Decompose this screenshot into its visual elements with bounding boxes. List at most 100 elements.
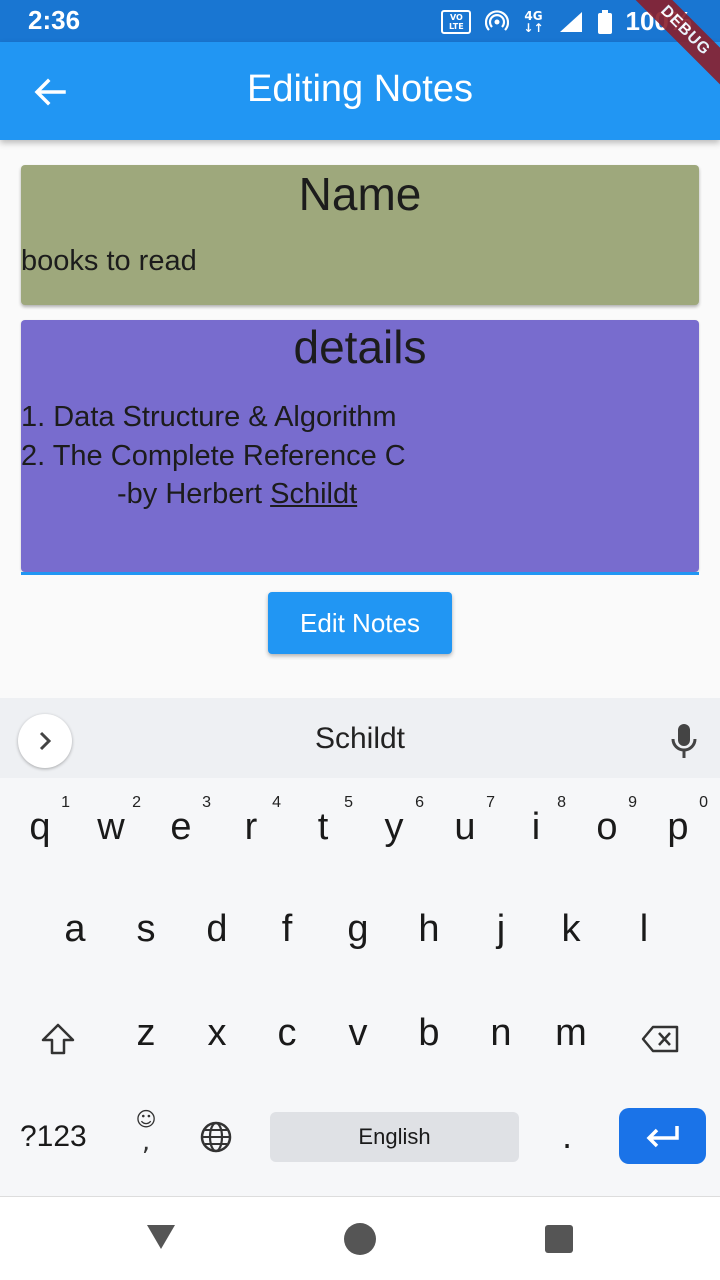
key-label: b	[418, 1012, 440, 1054]
key-label: s	[136, 908, 156, 950]
enter-icon	[646, 1126, 679, 1148]
key-j[interactable]: j	[481, 908, 521, 951]
key-label: z	[136, 1012, 156, 1054]
volte-icon: VO LTE	[441, 9, 472, 34]
key-hint: 2	[132, 794, 141, 811]
key-hint: 6	[415, 794, 424, 811]
mic-icon[interactable]	[668, 722, 700, 760]
key-label: i	[531, 806, 541, 848]
key-label: y	[384, 806, 404, 848]
space-key[interactable]: English	[270, 1112, 519, 1162]
key-hint: 9	[628, 794, 637, 811]
key-t[interactable]: t5	[303, 794, 353, 849]
key-label: l	[639, 908, 649, 950]
details-line-1: 1. Data Structure & Algorithm	[21, 401, 397, 433]
key-y[interactable]: y6	[374, 794, 425, 849]
key-label: u	[454, 806, 476, 848]
key-i[interactable]: i8	[516, 794, 566, 849]
key-a[interactable]: a	[55, 908, 95, 951]
status-time: 2:36	[28, 5, 81, 35]
key-s[interactable]: s	[126, 908, 166, 951]
app-bar: Editing Notes	[0, 42, 720, 140]
key-label: c	[277, 1012, 297, 1054]
key-label: p	[667, 806, 689, 848]
nav-back-icon[interactable]	[146, 1223, 176, 1251]
nav-home-icon[interactable]	[344, 1223, 376, 1255]
key-hint: 4	[272, 794, 281, 811]
key-label: w	[97, 806, 125, 848]
signal-icon	[559, 11, 582, 32]
key-label: f	[281, 908, 293, 950]
key-f[interactable]: f	[267, 908, 307, 951]
key-label: n	[490, 1012, 512, 1054]
key-label: j	[496, 908, 506, 950]
key-c[interactable]: c	[267, 1012, 307, 1055]
globe-icon[interactable]	[199, 1120, 233, 1154]
key-l[interactable]: l	[624, 908, 664, 951]
backspace-icon[interactable]	[641, 1024, 681, 1054]
key-q[interactable]: q1	[20, 794, 70, 849]
key-label: a	[64, 908, 86, 950]
details-card[interactable]: details 1. Data Structure & Algorithm 2.…	[21, 320, 699, 572]
key-d[interactable]: d	[197, 908, 237, 951]
key-label: v	[348, 1012, 368, 1054]
key-hint: 7	[486, 794, 495, 811]
name-field[interactable]: books to read	[21, 245, 197, 278]
details-field[interactable]: 1. Data Structure & Algorithm 2. The Com…	[21, 398, 406, 514]
network-type-icon: 4G ↓↑	[523, 8, 544, 35]
key-hint: 8	[557, 794, 566, 811]
key-label: o	[596, 806, 618, 848]
key-label: m	[555, 1012, 587, 1054]
symbols-key[interactable]: ?123	[20, 1120, 87, 1154]
key-w[interactable]: w2	[91, 794, 141, 849]
key-label: t	[317, 806, 329, 848]
key-u[interactable]: u7	[445, 794, 495, 849]
key-label: h	[418, 908, 440, 950]
key-g[interactable]: g	[338, 908, 378, 951]
key-b[interactable]: b	[409, 1012, 449, 1055]
composing-word: Schildt	[270, 478, 358, 510]
key-label: x	[207, 1012, 227, 1054]
key-label: g	[347, 908, 369, 950]
details-line-2: 2. The Complete Reference C	[21, 439, 406, 472]
details-label: details	[293, 321, 427, 373]
name-card[interactable]: Name books to read	[21, 165, 699, 305]
key-r[interactable]: r4	[231, 794, 281, 849]
key-hint: 5	[344, 794, 353, 811]
enter-key[interactable]	[619, 1108, 706, 1164]
battery-icon	[597, 9, 612, 34]
key-e[interactable]: e3	[161, 794, 211, 849]
key-o[interactable]: o9	[587, 794, 637, 849]
key-n[interactable]: n	[481, 1012, 521, 1055]
emoji-comma-key[interactable]: ☺ ,	[133, 1108, 159, 1158]
period-key[interactable]: .	[562, 1118, 572, 1156]
key-m[interactable]: m	[551, 1012, 591, 1055]
edit-notes-button[interactable]: Edit Notes	[268, 592, 452, 654]
page-title: Editing Notes	[246, 68, 473, 110]
key-label: d	[206, 908, 228, 950]
status-bar: 2:36 VOLTE 4G↓↑ 100%	[0, 0, 720, 42]
key-h[interactable]: h	[409, 908, 449, 951]
details-line-3: -by Herbert Schildt	[117, 478, 358, 510]
key-v[interactable]: v	[338, 1012, 378, 1055]
hotspot-icon	[485, 9, 510, 31]
key-z[interactable]: z	[126, 1012, 166, 1055]
key-label: k	[561, 908, 581, 950]
key-k[interactable]: k	[551, 908, 591, 951]
key-x[interactable]: x	[197, 1012, 237, 1055]
key-label: q	[29, 806, 51, 848]
system-nav-bar	[0, 1196, 720, 1280]
nav-recents-icon[interactable]	[545, 1225, 573, 1253]
suggestion-bar: Schildt	[0, 698, 720, 778]
key-p[interactable]: p0	[658, 794, 708, 849]
focus-underline	[21, 572, 699, 575]
key-label: r	[244, 806, 258, 848]
shift-icon[interactable]	[40, 1022, 76, 1056]
key-hint: 1	[61, 794, 70, 811]
name-label: Name	[298, 168, 422, 220]
key-label: e	[170, 806, 192, 848]
suggestion-word[interactable]: Schildt	[0, 722, 720, 756]
key-hint: 3	[202, 794, 211, 811]
soft-keyboard: Schildt ?123 ☺ , English . q1 w2 e3 r4 t5 y6 u…	[0, 698, 720, 1196]
key-hint: 0	[699, 794, 708, 811]
